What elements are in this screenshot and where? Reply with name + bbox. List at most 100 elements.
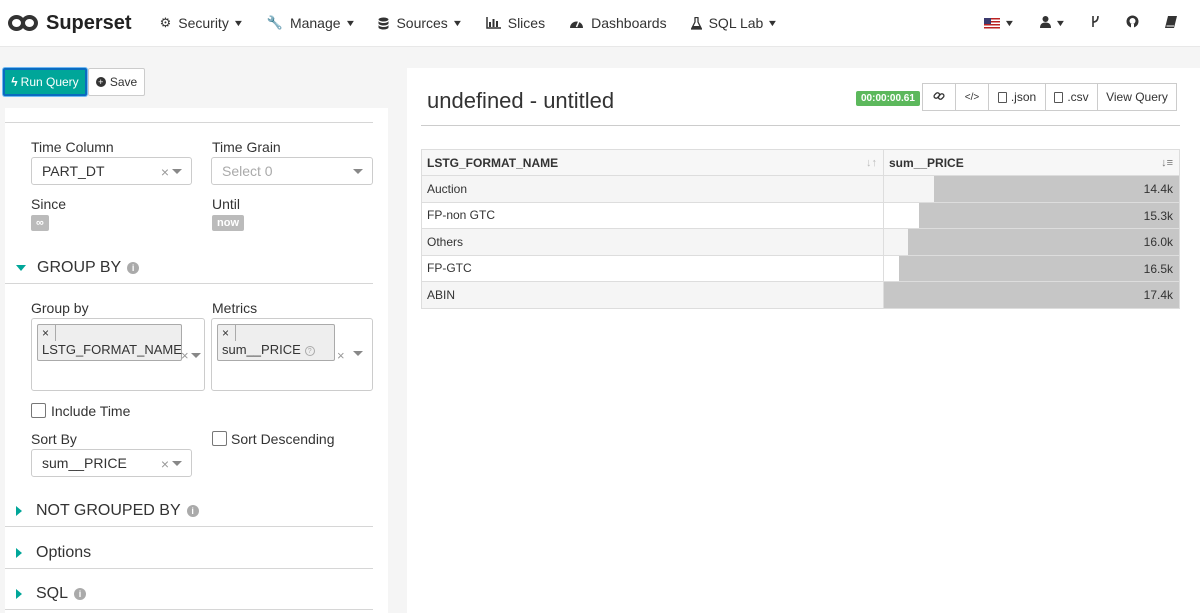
nav-manage[interactable]: 🔧 Manage ▼	[255, 0, 367, 47]
column-header-sum-price[interactable]: sum__PRICE ↓≡	[883, 149, 1180, 176]
shorten-url-button[interactable]	[922, 83, 956, 111]
metrics-select[interactable]: × sum__PRICE? ×	[211, 318, 373, 391]
nav-slices[interactable]: Slices	[474, 0, 557, 47]
export-json-button[interactable]: .json	[988, 83, 1046, 111]
metrics-tag-label: sum__PRICE?	[222, 342, 315, 357]
nav-security[interactable]: ⚙ Security ▼	[148, 0, 255, 47]
language-menu[interactable]: ▼	[971, 0, 1027, 47]
sort-descending-label: Sort Descending	[231, 431, 335, 447]
time-grain-select[interactable]: Select 0	[211, 157, 373, 185]
view-query-label: View Query	[1106, 90, 1168, 104]
sql-section-title: SQL	[36, 585, 69, 602]
metrics-label: Metrics	[212, 300, 258, 316]
divider	[421, 125, 1180, 126]
user-menu[interactable]: ▼	[1027, 0, 1078, 47]
time-column-value: PART_DT	[42, 163, 105, 179]
metric-bar	[884, 282, 1179, 308]
caret-right-icon	[16, 589, 22, 599]
us-flag-icon	[984, 17, 1001, 29]
table-cell: FP-non GTC	[421, 201, 884, 229]
version-link[interactable]	[1078, 0, 1113, 47]
sql-section-header[interactable]: SQL i	[16, 585, 87, 603]
github-link[interactable]	[1113, 0, 1152, 47]
file-code-icon	[997, 91, 1007, 103]
divider	[5, 283, 373, 284]
results-table: LSTG_FORMAT_NAME ↓↑ sum__PRICE ↓≡ Auctio…	[421, 149, 1180, 309]
metrics-tag-text: sum__PRICE	[222, 342, 301, 357]
chevron-down-icon: ▼	[451, 18, 464, 28]
nav-security-label: Security	[178, 15, 229, 31]
save-button[interactable]: + Save	[88, 68, 145, 96]
until-value[interactable]: now	[212, 215, 244, 231]
include-time-checkbox[interactable]	[31, 403, 46, 418]
column-header-label: sum__PRICE	[889, 155, 964, 170]
group-by-section-header[interactable]: GROUP BY i	[16, 259, 140, 277]
file-text-icon	[1054, 91, 1064, 103]
sort-by-select[interactable]: sum__PRICE ×	[31, 449, 192, 477]
table-row: Auction 14.4k	[421, 175, 1180, 203]
embed-code-button[interactable]: </>	[955, 83, 989, 111]
table-cell: FP-GTC	[421, 254, 884, 282]
export-csv-label: .csv	[1067, 90, 1089, 104]
metric-value: 15.3k	[1143, 208, 1173, 223]
table-row: Others 16.0k	[421, 228, 1180, 256]
clear-icon[interactable]: ×	[161, 164, 169, 180]
not-grouped-section-title: NOT GROUPED BY	[36, 502, 181, 519]
table-cell-metric: 16.5k	[883, 254, 1180, 282]
sort-by-label: Sort By	[31, 431, 77, 447]
nav-sources-label: Sources	[396, 15, 448, 31]
table-row: ABIN 17.4k	[421, 281, 1180, 309]
column-header-lstg-format-name[interactable]: LSTG_FORMAT_NAME ↓↑	[421, 149, 884, 176]
run-query-button[interactable]: ϟ Run Query	[3, 68, 87, 96]
group-by-tag-label: LSTG_FORMAT_NAME	[42, 342, 182, 357]
docs-link[interactable]	[1152, 0, 1190, 47]
caret-right-icon	[16, 548, 22, 558]
plus-circle-icon: +	[95, 77, 106, 87]
metric-value: 17.4k	[1143, 288, 1173, 302]
table-cell: Others	[421, 228, 884, 256]
until-label: Until	[212, 196, 241, 212]
sort-by-value: sum__PRICE	[42, 455, 127, 471]
nav-sources[interactable]: Sources ▼	[366, 0, 473, 47]
table-row: FP-non GTC 15.3k	[421, 201, 1180, 229]
tag-separator	[55, 325, 56, 341]
since-value[interactable]: ∞	[31, 215, 49, 231]
database-icon	[378, 17, 389, 30]
table-cell-metric: 16.0k	[883, 228, 1180, 256]
view-query-button[interactable]: View Query	[1097, 83, 1177, 111]
bolt-icon: ϟ	[11, 75, 18, 89]
nav-sql-lab[interactable]: SQL Lab ▼	[679, 0, 790, 47]
chevron-down-icon: ▼	[767, 18, 779, 28]
dashboard-icon	[569, 17, 584, 29]
column-header-label: LSTG_FORMAT_NAME	[427, 155, 559, 170]
table-cell: ABIN	[421, 281, 884, 309]
not-grouped-section-header[interactable]: NOT GROUPED BY i	[16, 502, 199, 520]
code-icon: </>	[964, 91, 980, 103]
export-csv-button[interactable]: .csv	[1045, 83, 1098, 111]
clear-icon[interactable]: ×	[181, 348, 189, 363]
bar-chart-icon	[485, 17, 501, 29]
clear-icon[interactable]: ×	[161, 456, 169, 472]
since-label: Since	[31, 196, 67, 212]
table-header-row: LSTG_FORMAT_NAME ↓↑ sum__PRICE ↓≡	[421, 149, 1180, 176]
group-by-select[interactable]: × LSTG_FORMAT_NAME ×	[31, 318, 205, 391]
nav-dashboards[interactable]: Dashboards	[557, 0, 679, 47]
options-section-header[interactable]: Options	[16, 544, 91, 562]
controls-panel: Time Column PART_DT × Time Grain Select …	[5, 108, 388, 613]
caret-down-icon	[191, 353, 201, 358]
caret-down-icon	[172, 169, 182, 174]
divider	[5, 526, 373, 527]
sort-descending-checkbox[interactable]	[212, 431, 227, 446]
chart-actions: </> .json .csv View Query	[922, 83, 1177, 111]
caret-down-icon	[16, 265, 26, 271]
table-row: FP-GTC 16.5k	[421, 254, 1180, 282]
remove-icon[interactable]: ×	[222, 326, 229, 340]
caret-down-icon	[353, 169, 363, 174]
caret-down-icon	[172, 461, 182, 466]
clear-icon[interactable]: ×	[337, 348, 345, 363]
brand[interactable]: Superset	[8, 12, 132, 35]
remove-icon[interactable]: ×	[42, 326, 49, 340]
flask-icon	[690, 16, 702, 30]
time-column-select[interactable]: PART_DT ×	[31, 157, 192, 185]
time-column-label: Time Column	[31, 139, 114, 155]
